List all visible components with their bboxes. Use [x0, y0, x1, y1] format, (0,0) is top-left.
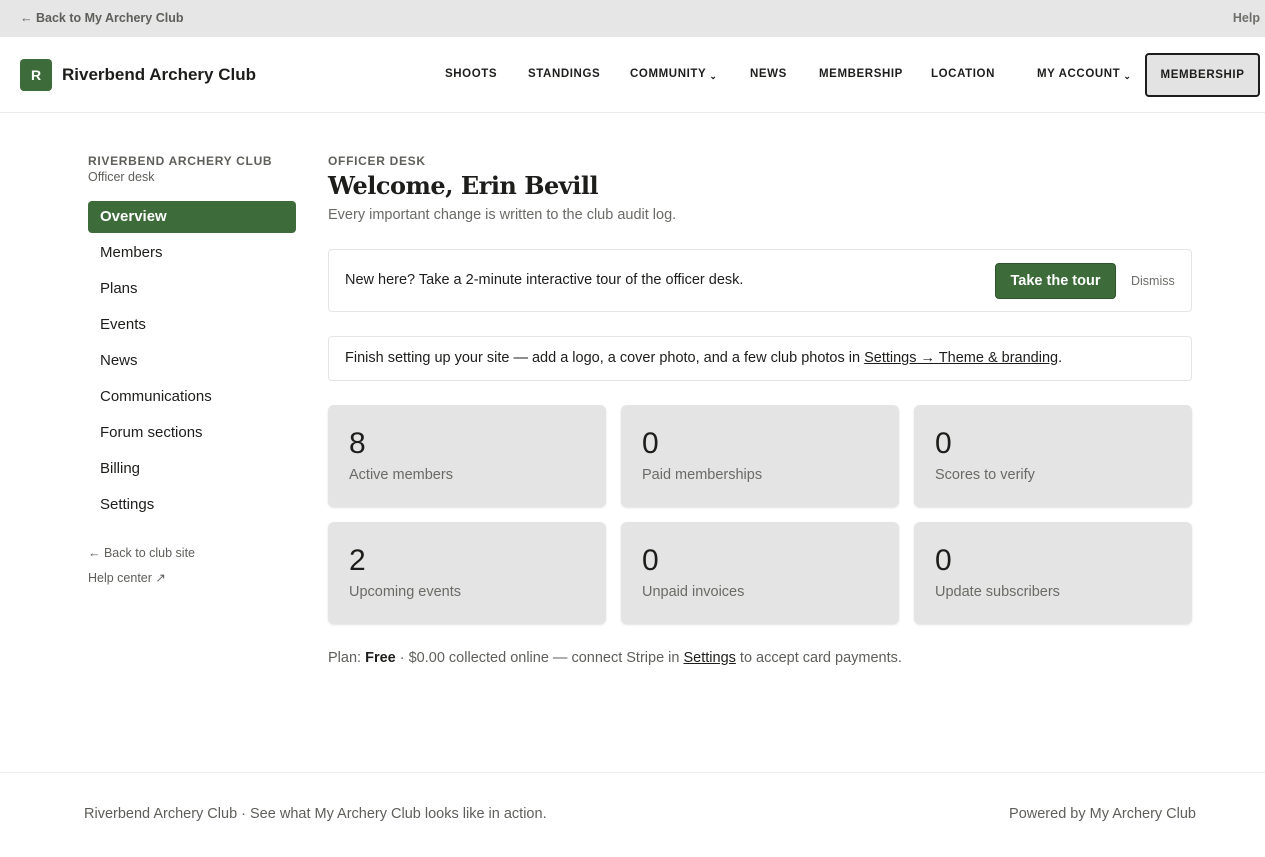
stat-value: 0 [642, 544, 659, 577]
plan-prefix: Plan: [328, 650, 366, 666]
sidebar-subtitle: Officer desk [88, 170, 155, 184]
sidebar-item-communications[interactable]: Communications [88, 381, 296, 413]
footer-text: Riverbend Archery Club · See what My Arc… [84, 806, 547, 822]
back-to-my-archery-club-link[interactable]: ← Back to My Archery Club [20, 11, 183, 25]
settings-link[interactable]: Settings [683, 650, 735, 666]
stat-card-scores-to-verify[interactable]: 0 Scores to verify [914, 405, 1192, 507]
sidebar-item-settings[interactable]: Settings [88, 489, 296, 521]
setup-banner: Finish setting up your site — add a logo… [328, 336, 1192, 381]
take-the-tour-button[interactable]: Take the tour [995, 263, 1116, 299]
theme-branding-link[interactable]: Settings → Theme & branding [864, 350, 1058, 366]
stat-label: Update subscribers [935, 584, 1060, 600]
nav-shoots[interactable]: SHOOTS [445, 68, 497, 80]
stat-value: 8 [349, 427, 366, 460]
stat-label: Unpaid invoices [642, 584, 745, 600]
setup-text-body: Finish setting up your site — add a logo… [345, 350, 865, 366]
stat-label: Scores to verify [935, 467, 1035, 483]
tour-banner: New here? Take a 2-minute interactive to… [328, 249, 1192, 312]
sidebar-item-billing[interactable]: Billing [88, 453, 296, 485]
stat-value: 0 [935, 544, 952, 577]
stat-card-unpaid-invoices[interactable]: 0 Unpaid invoices [621, 522, 899, 624]
club-name[interactable]: Riverbend Archery Club [62, 65, 256, 85]
tour-text: New here? Take a 2-minute interactive to… [345, 272, 744, 288]
chevron-down-icon: ⌄ [1123, 71, 1132, 81]
page-subtitle: Every important change is written to the… [328, 207, 677, 223]
sidebar-club-name: RIVERBEND ARCHERY CLUB [88, 154, 273, 168]
sidebar-item-forum-sections[interactable]: Forum sections [88, 417, 296, 449]
nav-my-account[interactable]: MY ACCOUNT ⌄ [1037, 68, 1132, 81]
plan-middle: · $0.00 collected online — connect Strip… [395, 650, 684, 666]
dismiss-button[interactable]: Dismiss [1131, 274, 1175, 288]
plan-summary: Plan: Free · $0.00 collected online — co… [328, 650, 902, 666]
stat-value: 0 [935, 427, 952, 460]
club-logo[interactable]: R [20, 59, 52, 91]
back-to-club-site-link[interactable]: ← Back to club site [88, 546, 195, 560]
powered-by-link[interactable]: Powered by My Archery Club [1009, 806, 1196, 822]
help-center-link[interactable]: Help center ↗ [88, 570, 166, 585]
page-eyebrow: OFFICER DESK [328, 154, 426, 168]
sidebar-item-events[interactable]: Events [88, 309, 296, 341]
sidebar-item-plans[interactable]: Plans [88, 273, 296, 305]
nav-news[interactable]: NEWS [750, 68, 787, 80]
stat-value: 0 [642, 427, 659, 460]
sidebar-item-news[interactable]: News [88, 345, 296, 377]
nav-community-label: COMMUNITY [630, 68, 707, 80]
stat-value: 2 [349, 544, 366, 577]
nav-community[interactable]: COMMUNITY ⌄ [630, 68, 718, 81]
top-bar: ← Back to My Archery Club Help [0, 0, 1265, 37]
stat-card-active-members[interactable]: 8 Active members [328, 405, 606, 507]
setup-text: Finish setting up your site — add a logo… [345, 350, 1062, 366]
setup-text-end: . [1058, 350, 1063, 366]
stat-card-update-subscribers[interactable]: 0 Update subscribers [914, 522, 1192, 624]
site-header: R Riverbend Archery Club SHOOTS STANDING… [0, 37, 1265, 113]
stat-card-paid-memberships[interactable]: 0 Paid memberships [621, 405, 899, 507]
nav-standings[interactable]: STANDINGS [528, 68, 600, 80]
stat-label: Upcoming events [349, 584, 462, 600]
stat-label: Paid memberships [642, 467, 763, 483]
plan-name: Free [365, 650, 396, 666]
nav-my-account-label: MY ACCOUNT [1037, 68, 1121, 80]
help-link[interactable]: Help [1233, 11, 1260, 25]
stat-card-upcoming-events[interactable]: 2 Upcoming events [328, 522, 606, 624]
sidebar-item-overview[interactable]: Overview [88, 201, 296, 233]
plan-suffix: to accept card payments. [735, 650, 902, 666]
page-title: Welcome, Erin Bevill [328, 171, 599, 200]
nav-location[interactable]: LOCATION [931, 68, 995, 80]
stat-label: Active members [349, 467, 453, 483]
nav-membership[interactable]: MEMBERSHIP [819, 68, 903, 80]
chevron-down-icon: ⌄ [709, 71, 718, 81]
sidebar-item-members[interactable]: Members [88, 237, 296, 269]
membership-button[interactable]: MEMBERSHIP [1145, 53, 1260, 97]
site-footer: Riverbend Archery Club · See what My Arc… [0, 772, 1265, 857]
